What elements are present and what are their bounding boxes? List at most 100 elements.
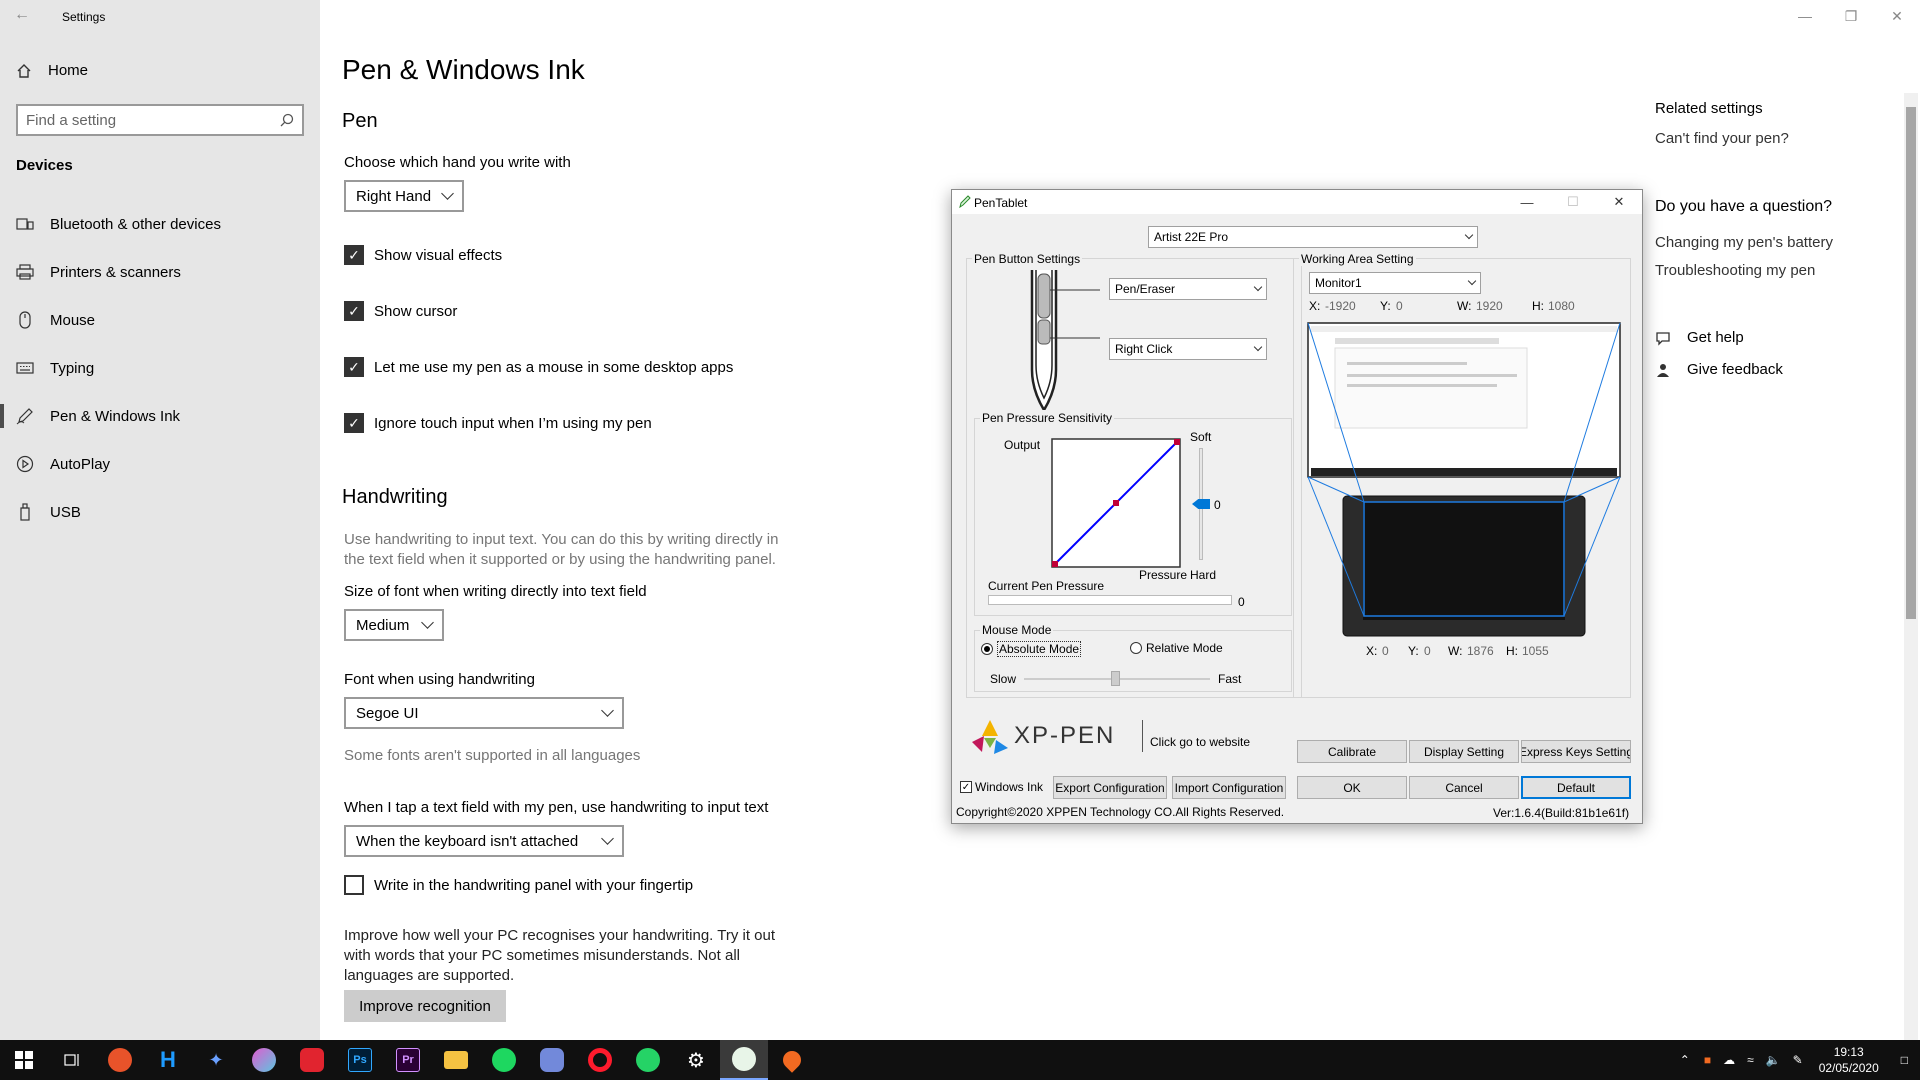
opera-icon[interactable] [576,1040,624,1080]
get-help-link[interactable]: Get help [1655,329,1744,346]
pen-button2-dropdown[interactable]: Right Click [1109,338,1267,360]
system-tray: ⌃ ■ ☁ ≈ 🔈 ✎ 19:13 02/05/2020 □ [1672,1040,1920,1080]
checkbox-fingertip[interactable]: Write in the handwriting panel with your… [344,875,693,895]
sidebar-item-pen-windows-ink[interactable]: Pen & Windows Ink [0,392,320,440]
pentablet-titlebar[interactable]: PenTablet — ☐ ✕ [952,190,1642,214]
tap-dropdown[interactable]: When the keyboard isn't attached [344,825,624,857]
sidebar-item-bluetooth[interactable]: Bluetooth & other devices [0,200,320,248]
search-icon[interactable] [280,113,294,127]
h-app-icon[interactable]: H [144,1040,192,1080]
sensitivity-value: 0 [1214,498,1221,512]
troubleshooting-link[interactable]: Troubleshooting my pen [1655,262,1815,279]
spotify-icon[interactable] [480,1040,528,1080]
import-configuration-button[interactable]: Import Configuration [1172,776,1286,799]
task-view-icon[interactable] [48,1040,96,1080]
premiere-icon[interactable]: Pr [384,1040,432,1080]
font-size-dropdown[interactable]: Medium [344,609,444,641]
app-icon[interactable] [96,1040,144,1080]
pen-ink-icon[interactable]: ✎ [1787,1053,1809,1067]
notifications-icon[interactable]: □ [1889,1053,1920,1067]
photoshop-icon[interactable]: Ps [336,1040,384,1080]
cant-find-pen-link[interactable]: Can't find your pen? [1655,130,1789,147]
maps-icon[interactable] [768,1040,816,1080]
calibrate-button[interactable]: Calibrate [1297,740,1407,763]
sidebar-item-label: Typing [50,359,95,377]
pen-button1-dropdown[interactable]: Pen/Eraser [1109,278,1267,300]
export-configuration-button[interactable]: Export Configuration [1053,776,1167,799]
close-icon[interactable]: ✕ [1874,0,1920,32]
maximize-icon[interactable]: ☐ [1550,190,1596,214]
cancel-button[interactable]: Cancel [1409,776,1519,799]
checkbox-checked-icon[interactable]: ✓ [344,413,364,433]
windows-ink-checkbox[interactable]: ✓ Windows Ink [960,780,1043,794]
hard-label: Hard [1190,568,1217,582]
sidebar-item-typing[interactable]: Typing [0,344,320,392]
checkbox-unchecked-icon[interactable] [344,875,364,895]
volume-icon[interactable]: 🔈 [1760,1053,1787,1067]
checkbox-ignore-touch[interactable]: ✓ Ignore touch input when I’m using my p… [344,413,652,433]
home-nav-item[interactable]: Home [16,62,88,79]
working-area-preview[interactable] [1307,322,1623,642]
orb-app-icon[interactable] [240,1040,288,1080]
checkbox-checked-icon[interactable]: ✓ [960,781,972,793]
hand-dropdown[interactable]: Right Hand [344,180,464,212]
checkbox-checked-icon[interactable]: ✓ [344,245,364,265]
chevron-down-icon [1253,342,1263,352]
minimize-icon[interactable]: — [1782,0,1828,32]
relative-mode-radio[interactable]: Relative Mode [1130,641,1223,655]
radio-unselected-icon[interactable] [1130,642,1142,654]
minimize-icon[interactable]: — [1504,190,1550,214]
checkbox-checked-icon[interactable]: ✓ [344,357,364,377]
sidebar-item-printers[interactable]: Printers & scanners [0,248,320,296]
tray-app-icon[interactable]: ■ [1698,1053,1717,1067]
printer-icon [16,263,34,281]
devices-section-label: Devices [16,157,73,174]
butterfly-icon[interactable]: ✦ [192,1040,240,1080]
sidebar-item-mouse[interactable]: Mouse [0,296,320,344]
file-explorer-icon[interactable] [432,1040,480,1080]
xp-pen-brand[interactable]: XP-PEN [1014,722,1115,750]
xp-pen-logo-icon[interactable] [970,718,1010,758]
express-keys-button[interactable]: Express Keys Setting [1521,740,1631,763]
checkbox-show-cursor[interactable]: ✓ Show cursor [344,301,457,321]
sidebar-item-usb[interactable]: USB [0,488,320,536]
default-button[interactable]: Default [1521,776,1631,799]
chevron-up-icon[interactable]: ⌃ [1672,1053,1698,1067]
radio-selected-icon[interactable] [981,643,993,655]
restore-icon[interactable]: ❐ [1828,0,1874,32]
checkbox-checked-icon[interactable]: ✓ [344,301,364,321]
website-link[interactable]: Click go to website [1150,735,1250,749]
absolute-mode-radio[interactable]: Absolute Mode [981,641,1082,657]
pen-battery-link[interactable]: Changing my pen's battery [1655,234,1833,251]
start-icon[interactable] [0,1040,48,1080]
scrollbar[interactable] [1904,93,1918,1040]
monitor-dropdown[interactable]: Monitor1 [1309,272,1481,294]
close-icon[interactable]: ✕ [1596,190,1642,214]
checkbox-show-visual-effects[interactable]: ✓ Show visual effects [344,245,502,265]
search-box[interactable] [16,104,304,136]
checkbox-pen-as-mouse[interactable]: ✓ Let me use my pen as a mouse in some d… [344,357,733,377]
search-input[interactable] [26,111,280,129]
font-dropdown[interactable]: Segoe UI [344,697,624,729]
discord-icon[interactable] [528,1040,576,1080]
wifi-icon[interactable]: ≈ [1741,1053,1760,1067]
speed-slider-thumb[interactable] [1111,671,1120,686]
pressure-curve-graph[interactable] [1051,438,1181,568]
device-dropdown[interactable]: Artist 22E Pro [1148,226,1478,248]
clock[interactable]: 19:13 02/05/2020 [1809,1044,1889,1076]
pentablet-icon[interactable] [720,1040,768,1080]
onedrive-icon[interactable]: ☁ [1717,1053,1741,1067]
display-setting-button[interactable]: Display Setting [1409,740,1519,763]
give-feedback-link[interactable]: Give feedback [1655,361,1783,378]
ok-button[interactable]: OK [1297,776,1407,799]
sidebar-item-autoplay[interactable]: AutoPlay [0,440,320,488]
pressure-label: Pressure [1139,568,1188,582]
scrollbar-thumb[interactable] [1906,107,1916,619]
settings-icon[interactable]: ⚙ [672,1040,720,1080]
screen-h-label: H: [1532,299,1544,313]
whatsapp-icon[interactable] [624,1040,672,1080]
back-arrow-icon[interactable]: ← [14,6,34,26]
red-app-icon[interactable] [288,1040,336,1080]
improve-recognition-button[interactable]: Improve recognition [344,990,506,1022]
pen-button-settings-label: Pen Button Settings [972,252,1083,266]
